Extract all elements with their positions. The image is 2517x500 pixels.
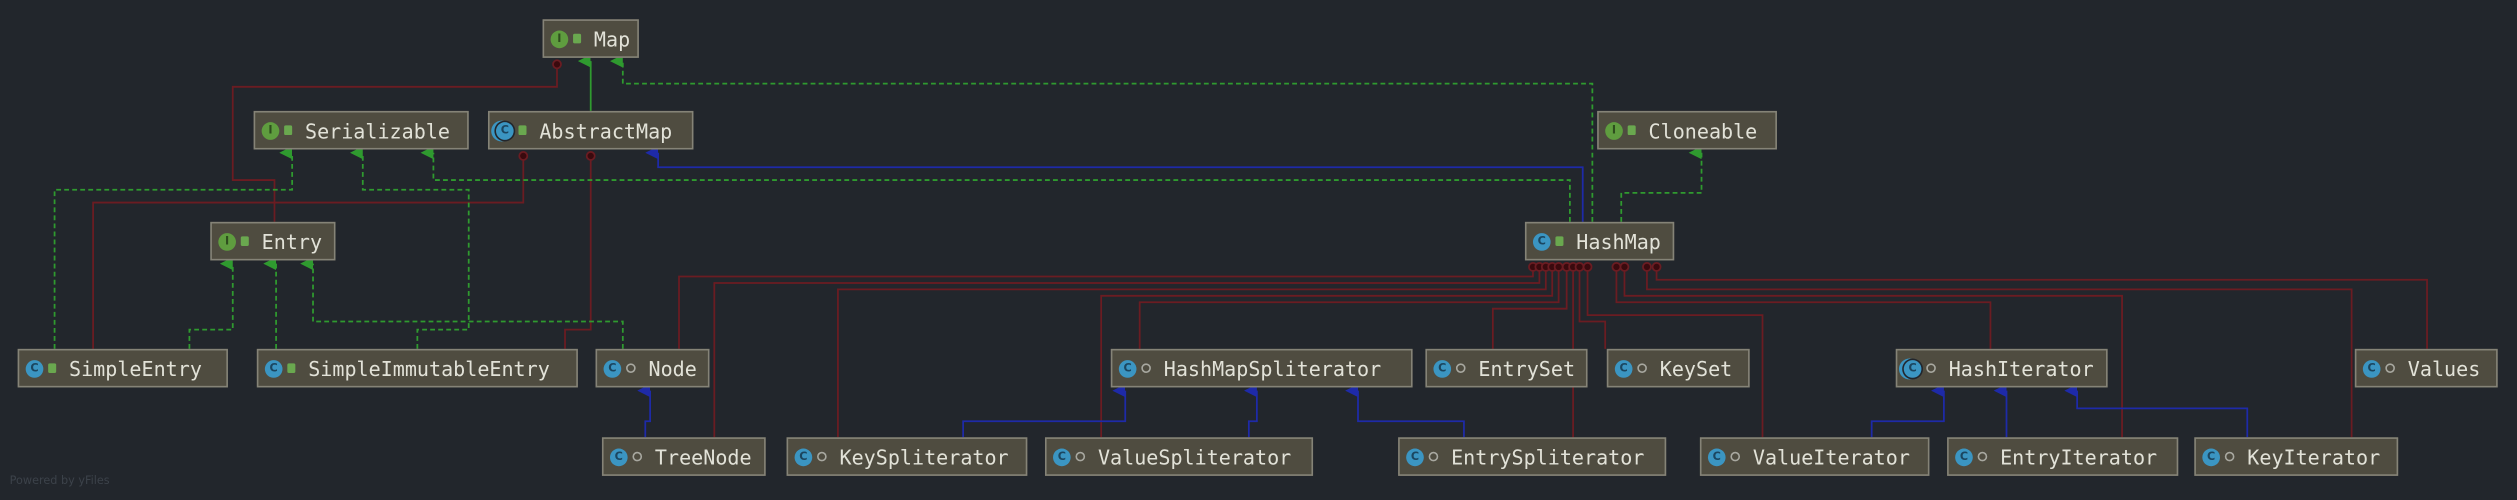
interface-icon: I [1605,121,1623,140]
class-name-label: Cloneable [1648,118,1758,143]
class-node-node[interactable]: C Node [595,348,710,388]
class-node-key-spliterator[interactable]: C KeySpliterator [786,437,1028,476]
class-node-map[interactable]: I Map [542,19,639,58]
class-name-label: EntryIterator [2000,444,2158,469]
class-node-entry-set[interactable]: C EntrySet [1425,348,1588,388]
uml-diagram-canvas: I Map I Serializable C AbstractMap I Cloneable I… [0,0,2517,500]
class-node-entry[interactable]: I Entry [210,221,336,261]
class-name-label: TreeNode [654,444,752,469]
class-name-label: Serializable [304,118,450,143]
class-node-key-iterator[interactable]: C KeyIterator [2194,437,2399,476]
class-node-hash-map[interactable]: C HashMap [1524,221,1675,261]
class-name-label: SimpleEntry [69,356,202,381]
class-name-label: Map [593,26,631,51]
public-lock-icon [573,33,582,44]
class-node-hash-iterator[interactable]: C HashIterator [1895,348,2108,388]
class-name-label: KeySpliterator [839,444,1009,469]
class-icon: C [2362,359,2381,378]
public-lock-icon [518,125,527,136]
class-name-label: Node [648,356,697,381]
class-icon: C [1118,359,1137,378]
interface-icon: I [218,232,236,250]
class-name-label: KeySet [1659,356,1733,381]
public-lock-icon [48,363,57,373]
package-private-icon [626,363,636,373]
class-name-label: ValueSpliterator [1097,444,1292,469]
class-name-label: EntrySpliterator [1451,444,1645,469]
class-node-entry-iterator[interactable]: C EntryIterator [1947,437,2179,476]
class-icon: C [1614,359,1633,378]
public-lock-icon [1555,236,1564,246]
class-node-key-set[interactable]: C KeySet [1606,348,1750,388]
diagram-edges [53,54,2428,454]
interface-icon: I [550,29,569,48]
class-icon: C [1955,447,1973,466]
hashmap-inner-dots [518,59,1662,272]
class-icon: C [2202,447,2220,466]
abstract-class-icon: C [496,121,514,140]
class-icon: C [609,447,628,466]
class-node-simple-entry[interactable]: C SimpleEntry [17,348,228,388]
class-name-label: Values [2407,356,2481,381]
public-lock-icon [240,236,249,246]
class-icon: C [794,447,813,466]
class-icon: C [603,359,622,378]
package-private-icon [2224,451,2235,462]
class-name-label: ValueIterator [1752,444,1910,469]
class-name-label: EntrySet [1478,356,1576,381]
public-lock-icon [284,125,293,136]
class-name-label: SimpleImmutableEntry [308,356,550,381]
package-private-icon [1141,363,1151,373]
class-node-value-spliterator[interactable]: C ValueSpliterator [1044,437,1314,476]
package-private-icon [1977,451,1988,462]
class-node-values[interactable]: C Values [2354,348,2498,388]
class-icon: C [264,359,283,378]
package-private-icon [1926,363,1936,373]
powered-by-credit: Powered by yFiles [9,474,110,488]
class-node-cloneable[interactable]: I Cloneable [1597,110,1777,150]
class-node-simple-immutable-entry[interactable]: C SimpleImmutableEntry [256,348,578,388]
class-name-label: Entry [261,229,323,254]
package-private-icon [1075,451,1086,462]
public-lock-icon [1627,125,1636,136]
class-icon: C [1532,232,1551,250]
package-private-icon [632,451,643,462]
class-icon: C [1707,447,1726,466]
public-lock-icon [287,363,296,373]
package-private-icon [1455,363,1466,373]
class-node-hash-map-spliterator[interactable]: C HashMapSpliterator [1110,348,1413,388]
class-name-label: HashMapSpliterator [1163,356,1382,381]
class-icon: C [1433,359,1452,378]
package-private-icon [1428,451,1439,462]
package-private-icon [2385,363,2395,373]
class-node-serializable[interactable]: I Serializable [253,110,469,150]
class-name-label: HashMap [1576,229,1661,254]
class-icon: C [25,359,44,378]
class-name-label: HashIterator [1948,356,2094,381]
package-private-icon [1637,363,1647,373]
abstract-class-icon: C [1903,359,1922,378]
class-name-label: AbstractMap [539,118,673,143]
class-node-value-iterator[interactable]: C ValueIterator [1699,437,1930,476]
class-icon: C [1406,447,1424,466]
package-private-icon [1730,451,1741,462]
class-node-entry-spliterator[interactable]: C EntrySpliterator [1398,437,1667,476]
implements-edges [53,54,1703,349]
class-icon: C [1053,447,1071,466]
interface-icon: I [261,121,280,140]
class-node-tree-node[interactable]: C TreeNode [601,437,766,476]
class-name-label: KeyIterator [2247,444,2381,469]
package-private-icon [817,451,827,462]
class-node-abstract-map[interactable]: C AbstractMap [487,110,694,150]
